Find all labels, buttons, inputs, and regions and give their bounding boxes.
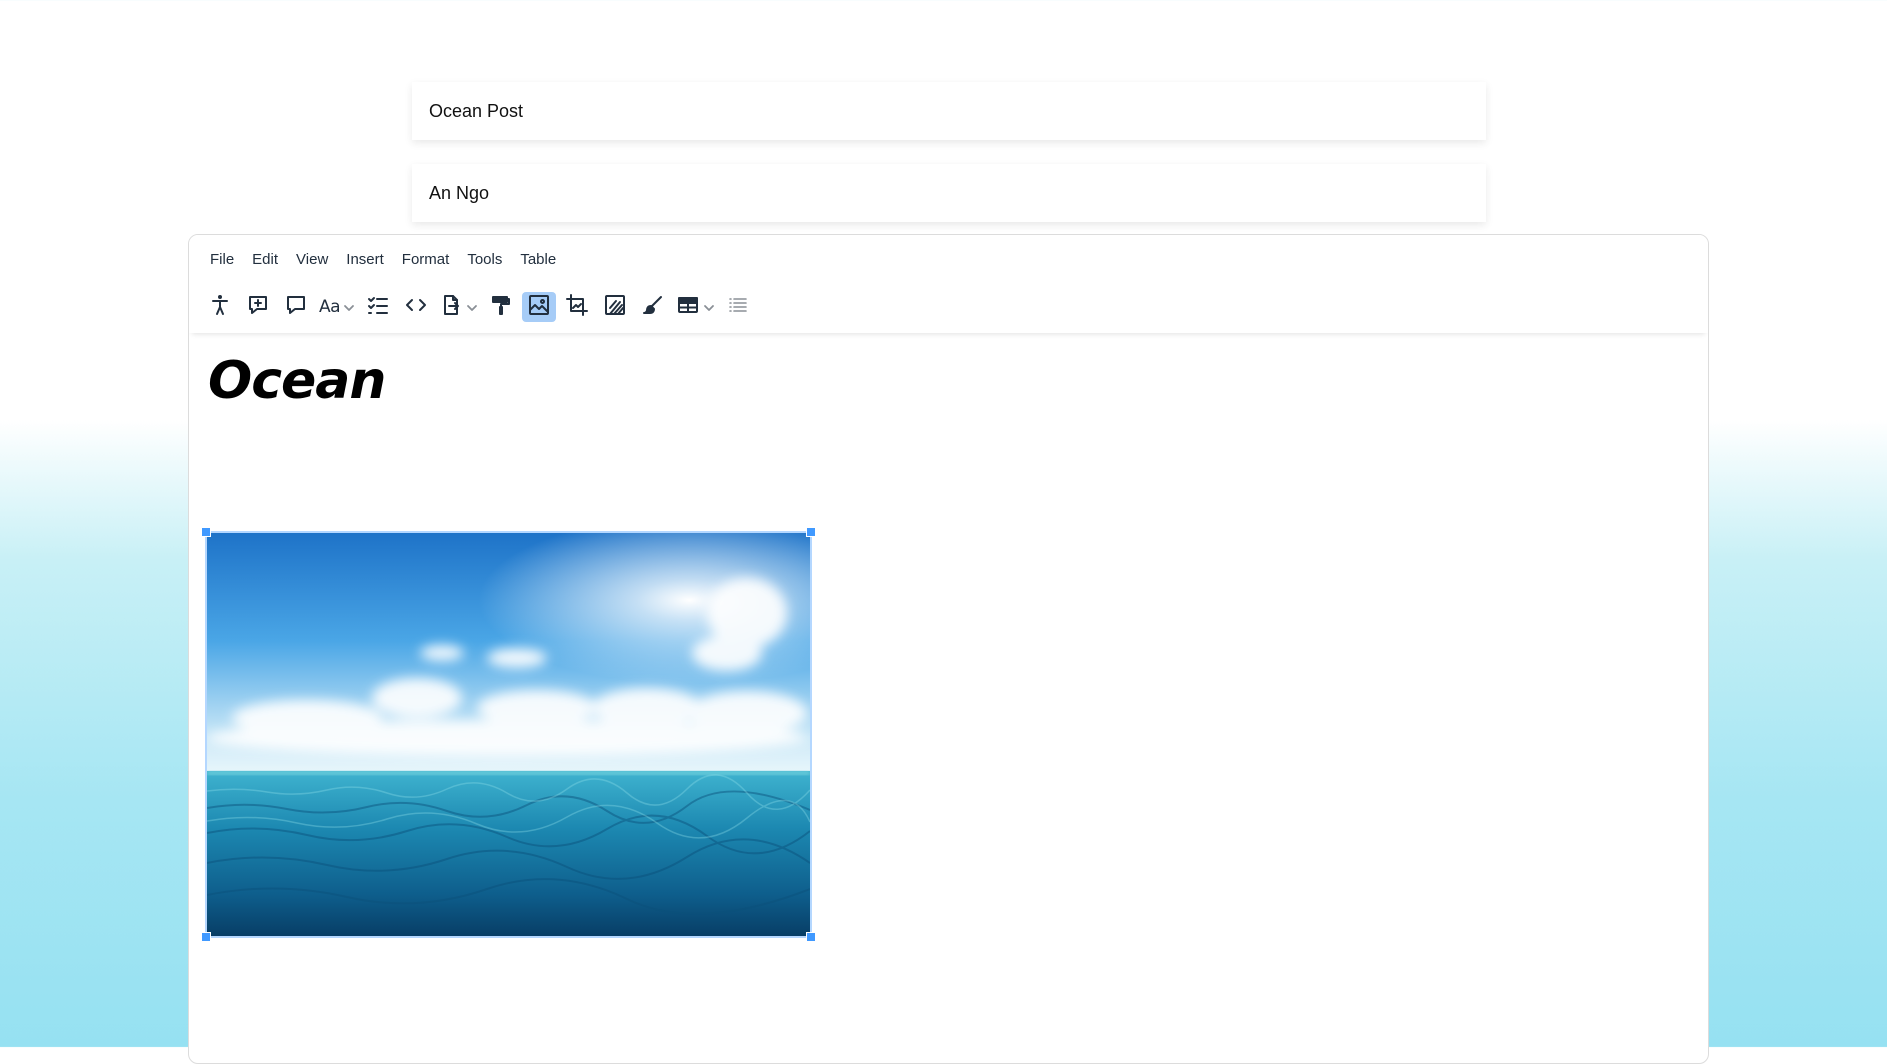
export-button[interactable] — [437, 292, 480, 322]
post-title-field[interactable]: Ocean Post — [412, 82, 1486, 140]
list-button[interactable] — [721, 292, 755, 322]
image-options-icon — [603, 293, 627, 322]
image-edit-button[interactable] — [522, 292, 557, 322]
menu-view[interactable]: View — [287, 248, 337, 272]
paint-brush-button[interactable] — [636, 292, 670, 322]
show-comments-icon — [284, 293, 308, 322]
rich-text-editor: File Edit View Insert Format Tools Table — [188, 234, 1709, 1064]
chevron-down-icon[interactable] — [703, 301, 715, 313]
font-format-button[interactable]: Aa — [317, 292, 357, 322]
content-heading[interactable]: Ocean — [208, 351, 386, 411]
menu-edit[interactable]: Edit — [243, 248, 287, 272]
ocean-image[interactable] — [201, 527, 816, 942]
table-icon — [676, 293, 700, 322]
crop-icon — [565, 293, 589, 322]
image-edit-icon — [527, 293, 551, 322]
list-icon — [726, 293, 750, 322]
accessibility-checker-button[interactable] — [203, 292, 237, 322]
format-painter-button[interactable] — [484, 292, 518, 322]
source-code-button[interactable] — [399, 292, 433, 322]
post-title-value: Ocean Post — [429, 100, 524, 121]
resize-handle-bottom-left[interactable] — [201, 932, 211, 942]
editor-content[interactable]: Ocean — [189, 333, 1708, 1063]
resize-handle-bottom-right[interactable] — [806, 932, 816, 942]
checklist-icon — [366, 293, 390, 322]
author-field[interactable]: An Ngo — [412, 164, 1486, 222]
paint-brush-icon — [641, 293, 665, 322]
menu-tools[interactable]: Tools — [458, 248, 511, 272]
add-comment-icon — [246, 293, 270, 322]
chevron-down-icon[interactable] — [466, 301, 478, 313]
font-format-icon: Aa — [319, 297, 341, 317]
source-code-icon — [404, 293, 428, 322]
editor-header: File Edit View Insert Format Tools Table — [189, 235, 1708, 333]
menu-table[interactable]: Table — [511, 248, 565, 272]
menubar: File Edit View Insert Format Tools Table — [201, 248, 565, 272]
image-options-button[interactable] — [598, 292, 632, 322]
table-button[interactable] — [674, 292, 717, 322]
menu-insert[interactable]: Insert — [337, 248, 393, 272]
menu-format[interactable]: Format — [393, 248, 459, 272]
export-icon — [439, 293, 463, 322]
author-value: An Ngo — [429, 182, 490, 203]
resize-handle-top-right[interactable] — [806, 527, 816, 537]
toolbar: Aa — [203, 291, 759, 323]
ocean-image-graphic — [207, 533, 810, 936]
menu-file[interactable]: File — [201, 248, 243, 272]
show-comments-button[interactable] — [279, 292, 313, 322]
add-comment-button[interactable] — [241, 292, 275, 322]
checklist-button[interactable] — [361, 292, 395, 322]
chevron-down-icon[interactable] — [343, 301, 355, 313]
resize-handle-top-left[interactable] — [201, 527, 211, 537]
crop-button[interactable] — [560, 292, 594, 322]
accessibility-checker-icon — [208, 293, 232, 322]
format-painter-icon — [489, 293, 513, 322]
